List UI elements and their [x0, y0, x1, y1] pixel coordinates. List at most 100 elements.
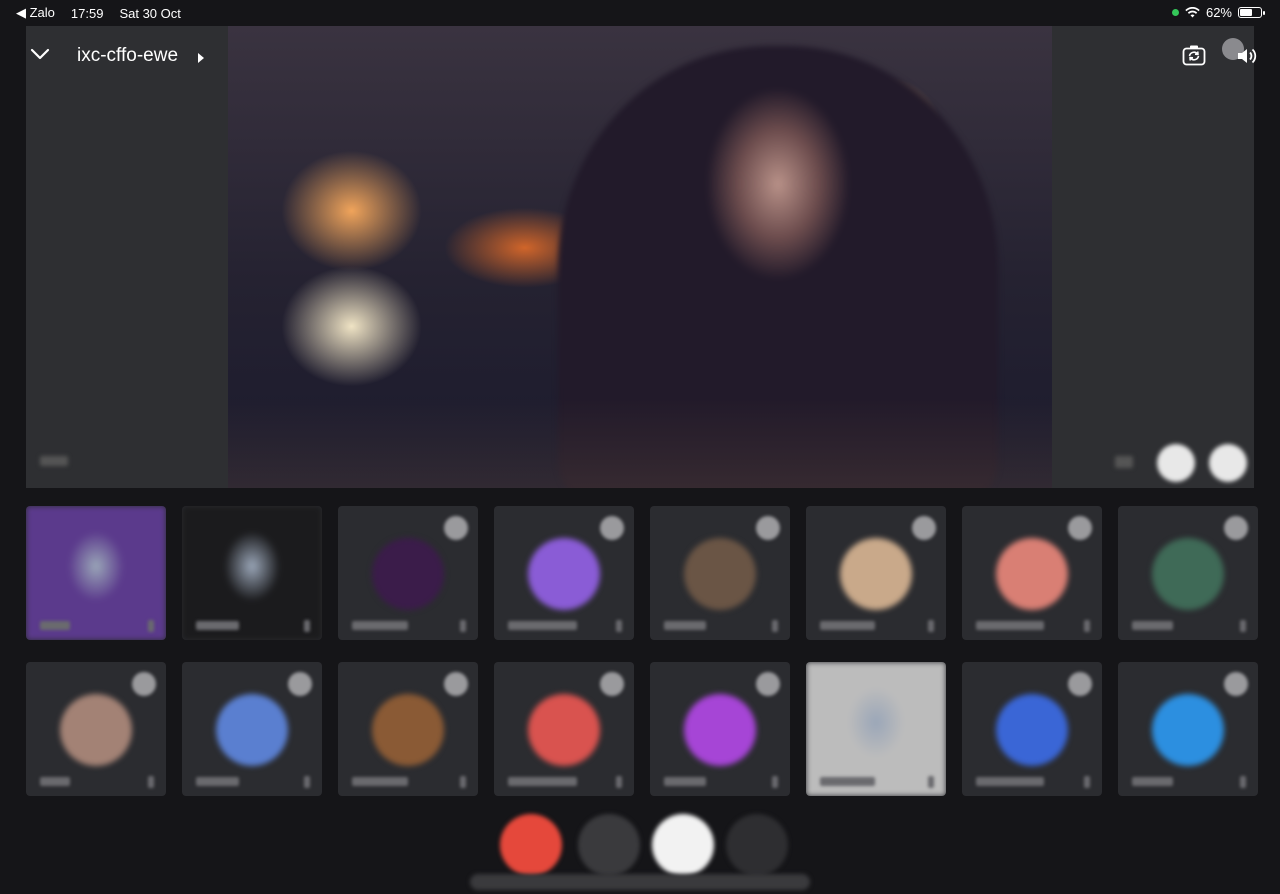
more-icon[interactable] — [1240, 776, 1246, 788]
participant-tile[interactable] — [650, 506, 790, 640]
more-icon[interactable] — [616, 776, 622, 788]
clock: 17:59 — [70, 5, 104, 21]
mic-toggle-button[interactable] — [652, 814, 714, 876]
participant-tile[interactable] — [494, 506, 634, 640]
mic-off-icon — [600, 672, 624, 696]
participant-tile[interactable] — [650, 662, 790, 796]
more-icon[interactable] — [304, 776, 310, 788]
more-icon[interactable] — [304, 620, 310, 632]
participant-name — [976, 777, 1044, 786]
participant-name — [664, 777, 706, 786]
avatar — [216, 694, 288, 766]
participant-name — [508, 621, 577, 630]
battery-percent: 62% — [1205, 5, 1232, 20]
avatar — [840, 538, 912, 610]
more-icon[interactable] — [148, 620, 154, 632]
participant-tile[interactable] — [494, 662, 634, 796]
participant-tile[interactable] — [806, 506, 946, 640]
participant-tile[interactable] — [806, 662, 946, 796]
participant-name — [40, 621, 70, 630]
home-indicator[interactable] — [470, 874, 810, 890]
participant-name — [196, 621, 239, 630]
more-icon[interactable] — [460, 620, 466, 632]
back-to-app-link[interactable]: ◀ Zalo — [16, 5, 55, 21]
avatar — [996, 694, 1068, 766]
mic-off-icon — [444, 672, 468, 696]
participant-name — [664, 621, 706, 630]
mic-off-icon — [1068, 516, 1092, 540]
more-options-button[interactable] — [726, 814, 788, 876]
mic-off-icon — [912, 516, 936, 540]
camera-switch-icon[interactable] — [1182, 44, 1206, 66]
more-icon[interactable] — [1084, 620, 1090, 632]
mic-off-icon — [756, 672, 780, 696]
participant-tile[interactable] — [26, 662, 166, 796]
avatar — [60, 694, 132, 766]
date: Sat 30 Oct — [119, 5, 181, 21]
participant-tile[interactable] — [182, 662, 322, 796]
participant-tile[interactable] — [962, 662, 1102, 796]
more-icon[interactable] — [460, 776, 466, 788]
mic-off-icon — [288, 672, 312, 696]
meeting-header: ixc-cffo-ewe — [26, 26, 1257, 86]
status-bar: ◀ Zalo 17:59 Sat 30 Oct 62% — [0, 0, 1280, 26]
meeting-code[interactable]: ixc-cffo-ewe — [77, 45, 178, 67]
more-icon[interactable] — [772, 776, 778, 788]
video-shade — [228, 398, 1052, 488]
participant-tile[interactable] — [1118, 662, 1258, 796]
pin-icon[interactable] — [1115, 456, 1133, 468]
participant-tile[interactable] — [338, 506, 478, 640]
mic-off-icon — [444, 516, 468, 540]
mic-off-icon — [1224, 672, 1248, 696]
participant-name — [1132, 777, 1173, 786]
avatar — [1152, 538, 1224, 610]
more-icon[interactable] — [928, 620, 934, 632]
participant-video — [26, 506, 166, 640]
participant-tile[interactable] — [182, 506, 322, 640]
participant-name — [820, 777, 875, 786]
participant-name — [40, 777, 70, 786]
participant-name — [1132, 621, 1173, 630]
mic-off-icon — [600, 516, 624, 540]
mic-off-icon — [1068, 672, 1092, 696]
participant-name — [352, 621, 408, 630]
more-icon[interactable] — [772, 620, 778, 632]
participant-name — [508, 777, 577, 786]
participant-tile[interactable] — [1118, 506, 1258, 640]
avatar — [684, 694, 756, 766]
more-icon[interactable] — [148, 776, 154, 788]
avatar — [1152, 694, 1224, 766]
speaker-option-button[interactable] — [1157, 444, 1195, 482]
participant-name — [196, 777, 239, 786]
more-icon[interactable] — [616, 620, 622, 632]
speaker-more-button[interactable] — [1209, 444, 1247, 482]
battery-icon — [1238, 7, 1265, 18]
participant-video — [806, 662, 946, 796]
caret-right-icon[interactable] — [197, 52, 205, 64]
avatar — [528, 694, 600, 766]
mic-off-icon — [756, 516, 780, 540]
participant-tile[interactable] — [962, 506, 1102, 640]
camera-in-use-indicator — [1171, 9, 1179, 16]
avatar — [684, 538, 756, 610]
mic-off-icon — [1224, 516, 1248, 540]
avatar — [996, 538, 1068, 610]
chevron-down-icon[interactable] — [30, 48, 50, 60]
more-icon[interactable] — [1084, 776, 1090, 788]
avatar — [528, 538, 600, 610]
avatar — [372, 694, 444, 766]
active-speaker-video[interactable] — [228, 26, 1052, 488]
camera-toggle-button[interactable] — [578, 814, 640, 876]
speaker-icon[interactable] — [1236, 46, 1258, 66]
participant-tile[interactable] — [338, 662, 478, 796]
participant-name — [976, 621, 1044, 630]
wifi-icon — [1185, 7, 1200, 18]
end-call-button[interactable] — [500, 814, 562, 876]
participant-name — [352, 777, 408, 786]
participant-video — [182, 506, 322, 640]
more-icon[interactable] — [1240, 620, 1246, 632]
avatar — [372, 538, 444, 610]
participant-tile[interactable] — [26, 506, 166, 640]
more-icon[interactable] — [928, 776, 934, 788]
participant-name — [820, 621, 875, 630]
